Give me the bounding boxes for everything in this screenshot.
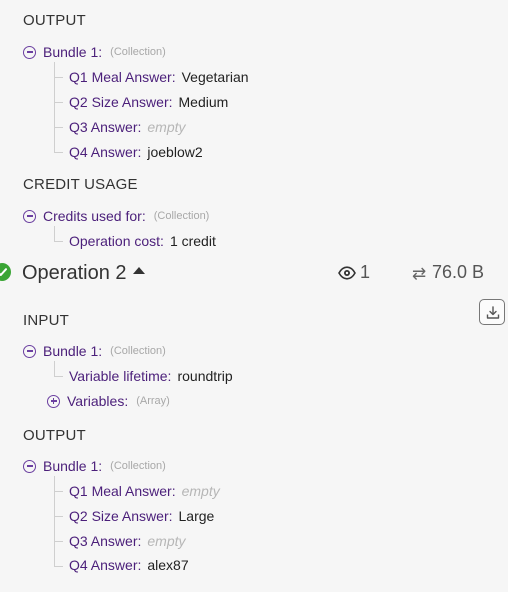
tree-line	[54, 476, 55, 566]
tree-tick	[54, 77, 63, 78]
output-field-q3: Q3 Answer: empty	[69, 117, 186, 137]
tree-line	[54, 361, 55, 376]
download-button[interactable]	[479, 299, 505, 325]
transfer-arrows-icon: ⇄	[412, 264, 427, 283]
credit-usage-title: CREDIT USAGE	[23, 176, 138, 193]
output-field-q2: Q2 Size Answer: Large	[69, 506, 214, 526]
output-field-q4: Q4 Answer: alex87	[69, 555, 189, 575]
variables-label: Variables:	[67, 393, 129, 409]
output-field-q2: Q2 Size Answer: Medium	[69, 92, 228, 112]
field-value-empty: empty	[147, 533, 186, 549]
field-key: Q4 Answer:	[69, 144, 142, 160]
output-bundle-toggle[interactable]: Bundle 1: (Collection)	[23, 456, 166, 476]
tree-line	[54, 226, 55, 241]
field-key: Q1 Meal Answer:	[69, 483, 176, 499]
bundle-type: (Collection)	[110, 460, 166, 472]
output-field-q3: Q3 Answer: empty	[69, 531, 186, 551]
tree-tick	[54, 152, 63, 153]
download-icon	[486, 306, 500, 319]
bundle-type: (Collection)	[110, 46, 166, 58]
output-section-title: OUTPUT	[23, 12, 86, 29]
field-key: Q3 Answer:	[69, 119, 142, 135]
credits-type: (Collection)	[153, 210, 210, 222]
data-size: 76.0 B	[432, 262, 485, 282]
output-bundle-toggle[interactable]: Bundle 1: (Collection)	[23, 42, 166, 62]
output-section-title: OUTPUT	[23, 427, 86, 444]
field-key: Q1 Meal Answer:	[69, 69, 176, 85]
field-value-empty: empty	[147, 119, 186, 135]
tree-tick	[54, 541, 63, 542]
field-value: 1 credit	[169, 233, 216, 249]
field-key: Q2 Size Answer:	[69, 508, 173, 524]
tree-tick	[54, 241, 63, 242]
field-value: Medium	[178, 94, 229, 110]
operation-title[interactable]: Operation 2	[22, 262, 145, 285]
collapse-icon[interactable]	[23, 459, 36, 473]
bundle-label: Bundle 1:	[43, 458, 103, 474]
input-bundle-toggle[interactable]: Bundle 1: (Collection)	[23, 341, 166, 361]
tree-tick	[54, 516, 63, 517]
output-field-q4: Q4 Answer: joeblow2	[69, 142, 203, 162]
field-value: Vegetarian	[181, 69, 249, 85]
collapse-caret-icon[interactable]	[132, 267, 145, 274]
view-count: 1	[360, 262, 371, 282]
tree-tick	[54, 491, 63, 492]
field-value: Large	[178, 508, 215, 524]
field-key: Operation cost:	[69, 233, 164, 249]
field-value-empty: empty	[181, 483, 220, 499]
variable-lifetime-field: Variable lifetime: roundtrip	[69, 366, 233, 386]
bundle-type: (Collection)	[110, 345, 166, 357]
operation-title-text: Operation 2	[22, 262, 127, 284]
field-value: roundtrip	[177, 368, 233, 384]
output-field-q1: Q1 Meal Answer: Vegetarian	[69, 67, 249, 87]
field-key: Q3 Answer:	[69, 533, 142, 549]
input-section-title: INPUT	[23, 312, 69, 329]
variables-type: (Array)	[136, 395, 170, 407]
expand-icon[interactable]	[47, 394, 60, 408]
tree-tick	[54, 376, 63, 377]
output-field-q1: Q1 Meal Answer: empty	[69, 481, 220, 501]
collapse-icon[interactable]	[23, 209, 36, 223]
field-key: Q4 Answer:	[69, 557, 142, 573]
eye-icon	[338, 266, 356, 280]
field-value: alex87	[147, 557, 189, 573]
tree-tick	[54, 566, 63, 567]
collapse-icon[interactable]	[23, 45, 36, 59]
field-key: Variable lifetime:	[69, 368, 172, 384]
credits-toggle[interactable]: Credits used for: (Collection)	[23, 206, 209, 226]
tree-tick	[54, 127, 63, 128]
bundle-label: Bundle 1:	[43, 44, 103, 60]
field-key: Q2 Size Answer:	[69, 94, 173, 110]
field-value: joeblow2	[147, 144, 203, 160]
operation-header: Operation 2 1 ⇄ 76.0 B	[0, 260, 508, 288]
collapse-icon[interactable]	[23, 344, 36, 358]
credits-label: Credits used for:	[43, 208, 146, 224]
variables-toggle[interactable]: Variables: (Array)	[47, 391, 170, 411]
tree-tick	[54, 102, 63, 103]
tree-line	[54, 62, 55, 152]
bundle-label: Bundle 1:	[43, 343, 103, 359]
success-check-icon	[0, 263, 11, 281]
operation-cost-field: Operation cost: 1 credit	[69, 231, 216, 251]
